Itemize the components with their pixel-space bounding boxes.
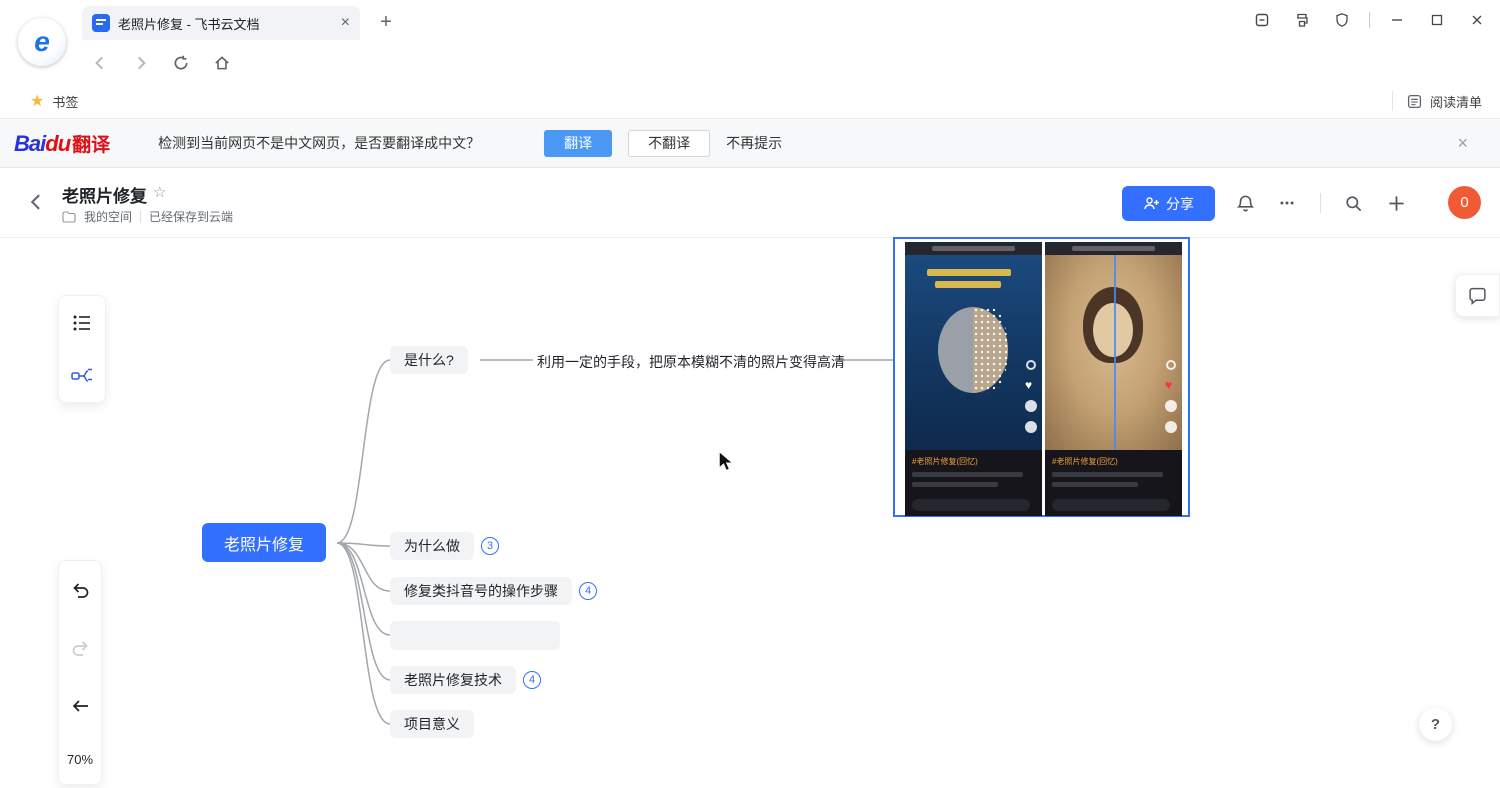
video-caption: #老照片修复(回忆) [905,450,1042,516]
redo-icon[interactable] [68,636,92,660]
caption-text: #老照片修复(回忆) [1052,456,1175,467]
comment-bubble-icon [1468,287,1487,305]
save-status: 已经保存到云端 [149,208,233,225]
douyin-screenshot-left[interactable]: ♥ #老照片修复(回忆) [905,242,1042,516]
reading-list-icon [1407,94,1422,109]
share-person-icon [1143,196,1160,211]
attached-images-group[interactable]: ♥ #老照片修复(回忆) [893,237,1190,517]
collapsed-count-badge[interactable]: 3 [481,537,499,555]
tab-close-icon[interactable]: × [341,15,350,31]
reading-list-label: 阅读清单 [1430,92,1482,111]
create-new-icon[interactable] [1383,190,1409,216]
back-icon[interactable] [88,51,112,75]
zoom-level[interactable]: 70% [67,752,93,767]
doc-subheader: 我的空间 已经保存到云端 [62,208,233,225]
window-controls [1245,0,1500,40]
mindmap-node-what[interactable]: 是什么? [390,346,468,374]
mindmap-canvas[interactable]: 老照片修复 是什么? 利用一定的手段，把原本模糊不清的照片变得高清 为什么做 3… [0,238,1500,788]
translate-bar-close-icon[interactable]: × [1457,133,1468,154]
restored-photo-demo: ♥ [905,255,1042,450]
share-button[interactable]: 分享 [1122,186,1215,221]
close-window-button[interactable] [1460,5,1494,35]
tab-strip: e 老照片修复 - 飞书云文档 × + [0,0,1500,40]
old-photo-portrait: ♥ [1045,255,1182,450]
refresh-icon[interactable] [169,51,193,75]
bookmark-star-icon: ★ [30,91,44,111]
outline-view-button[interactable] [66,307,98,339]
browser-window: e 老照片修复 - 飞书云文档 × + [0,0,1500,788]
translate-button[interactable]: 翻译 [544,130,612,157]
baidu-translate-logo: Baidu翻译 [0,130,110,157]
space-breadcrumb[interactable]: 我的空间 [84,208,132,225]
favorite-star-icon[interactable]: ☆ [153,183,166,201]
douyin-screenshot-right[interactable]: ♥ #老照片修复(回忆) [1045,242,1182,516]
bookmarks-label: 书签 [52,92,78,111]
history-zoom-panel: 70% [58,560,102,785]
baidu-fanyi: 翻译 [72,135,110,156]
doc-back-icon[interactable] [24,190,48,214]
maximize-button[interactable] [1420,5,1454,35]
mindmap-node-empty[interactable] [390,621,560,650]
mindmap-node-steps[interactable]: 修复类抖音号的操作步骤 [390,577,572,605]
feishu-favicon-icon [92,14,110,32]
doc-title: 老照片修复 [62,182,147,207]
collapsed-count-badge[interactable]: 4 [579,582,597,600]
translate-bar: Baidu翻译 检测到当前网页不是中文网页，是否要翻译成中文？ 翻译 不翻译 不… [0,118,1500,168]
video-caption: #老照片修复(回忆) [1045,450,1182,516]
baidu-bai: Bai [14,131,45,156]
minimize-button[interactable] [1380,5,1414,35]
mindmap-node-why[interactable]: 为什么做 [390,532,474,560]
mindmap-root-node[interactable]: 老照片修复 [202,523,326,562]
forward-icon[interactable] [129,51,153,75]
tab-title: 老照片修复 - 飞书云文档 [118,14,333,33]
mindmap-node-tech[interactable]: 老照片修复技术 [390,666,516,694]
screenshot-titlebar [905,242,1042,255]
mindmap-view-button[interactable] [66,360,98,392]
subheader-divider [140,211,141,223]
reading-list-button[interactable]: 阅读清单 [1392,91,1500,111]
caption-text: #老照片修复(回忆) [912,456,1035,467]
screenshot-titlebar [1045,242,1182,255]
mindmap-node-meaning[interactable]: 项目意义 [390,710,474,738]
view-toggle-panel [58,295,106,403]
browser-logo-icon[interactable]: e [18,18,66,66]
window-separator [1369,12,1370,28]
undo-icon[interactable] [68,578,92,602]
more-actions-icon[interactable] [1274,190,1300,216]
workspace-icon[interactable] [1245,5,1279,35]
no-translate-button[interactable]: 不翻译 [628,130,710,157]
video-action-icons: ♥ [1025,360,1037,433]
folder-icon [62,211,76,223]
video-action-icons: ♥ [1165,360,1177,433]
notification-bell-icon[interactable] [1232,190,1258,216]
collapsed-count-badge[interactable]: 4 [523,671,541,689]
new-tab-button[interactable]: + [372,8,400,36]
translate-message: 检测到当前网页不是中文网页，是否要翻译成中文？ [158,133,480,153]
header-divider [1320,193,1321,213]
comment-panel-button[interactable] [1455,274,1500,317]
browser-tab[interactable]: 老照片修复 - 飞书云文档 × [82,6,360,40]
baidu-du: du [45,131,70,156]
doc-header: 老照片修复 ☆ 我的空间 已经保存到云端 分享 0 [0,168,1500,238]
mindmap-connectors [0,238,1500,788]
mouse-cursor [717,450,735,472]
browser-logo-letter: e [34,26,50,58]
shield-icon[interactable] [1325,5,1359,35]
bookmarks-folder[interactable]: ★ 书签 [0,91,78,111]
print-icon[interactable] [1285,5,1319,35]
browser-toolbar: ☆ 译 [0,40,1500,84]
mindmap-annotation[interactable]: 利用一定的手段，把原本模糊不清的照片变得高清 [537,352,845,372]
home-icon[interactable] [210,51,234,75]
bookmarks-bar: ★ 书签 阅读清单 [0,84,1500,118]
collapse-arrow-icon[interactable] [68,694,92,718]
user-avatar[interactable]: 0 [1448,186,1481,219]
dismiss-link[interactable]: 不再提示 [726,133,782,153]
help-button[interactable]: ? [1419,708,1452,741]
share-label: 分享 [1166,194,1194,214]
search-icon[interactable] [1340,190,1366,216]
